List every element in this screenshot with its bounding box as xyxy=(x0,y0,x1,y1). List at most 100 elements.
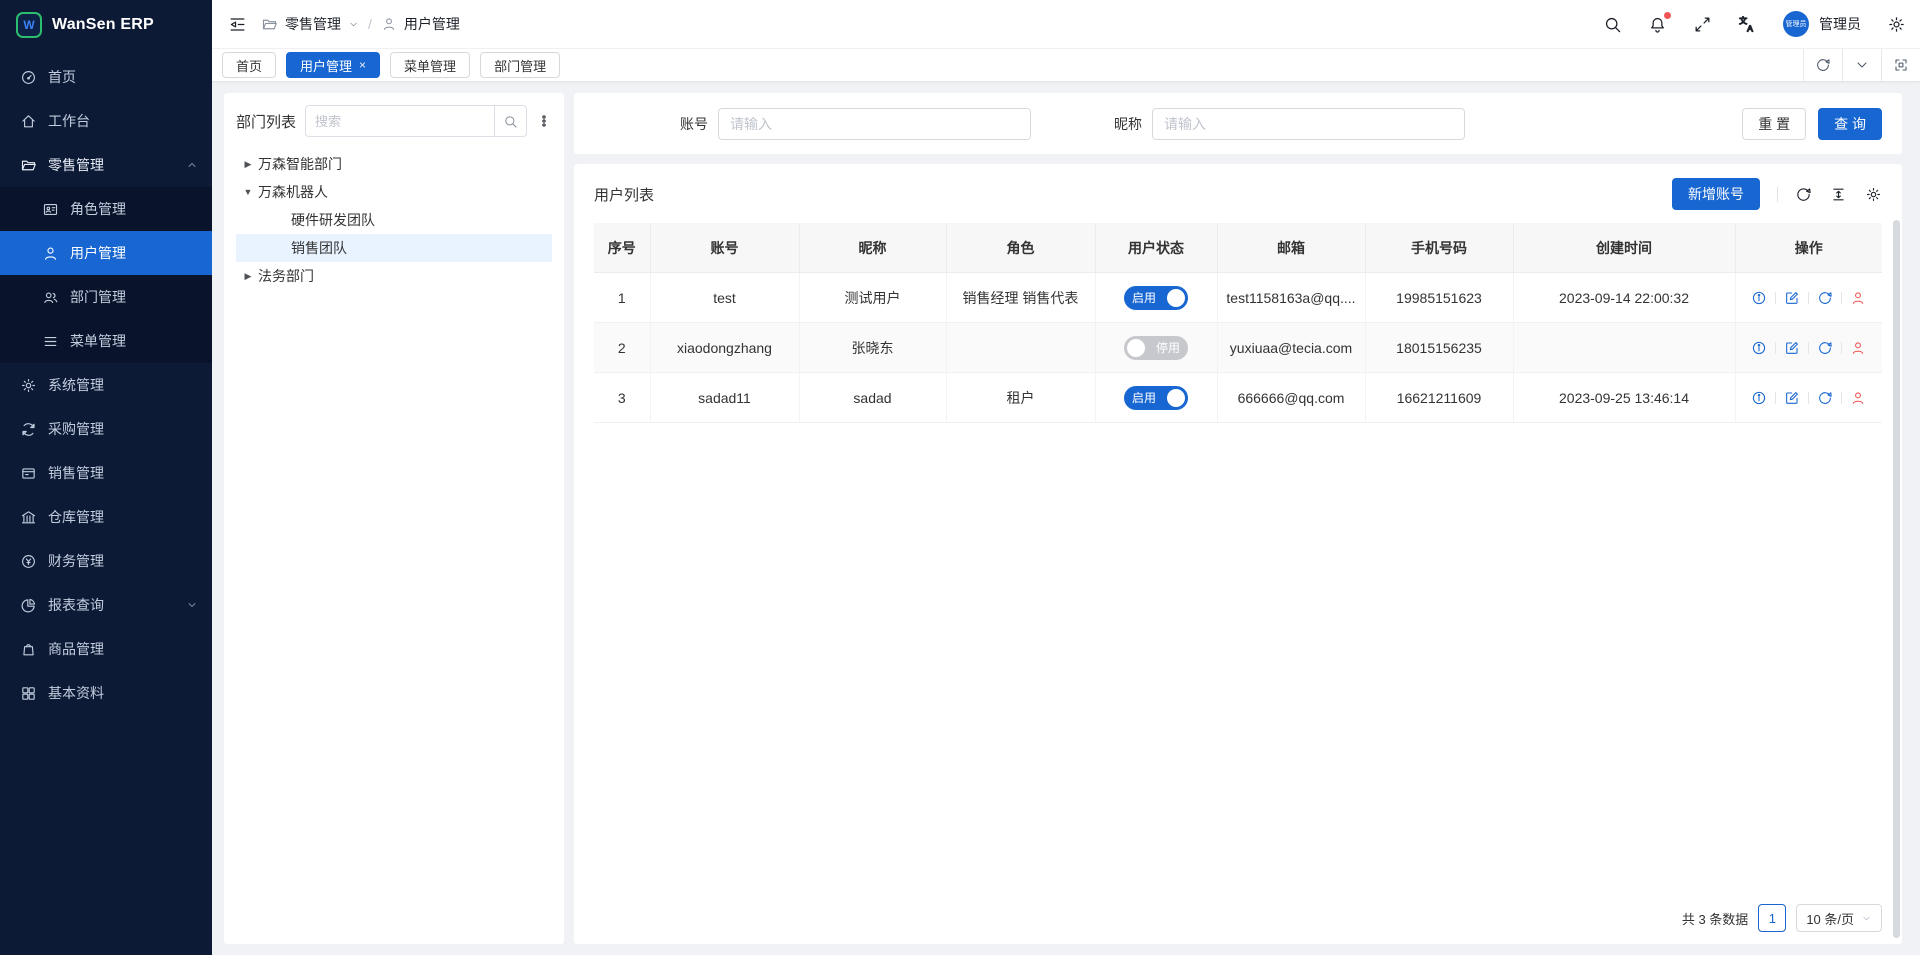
sidebar-item-sales[interactable]: 销售管理 xyxy=(0,451,212,495)
status-toggle[interactable]: 启用 xyxy=(1124,386,1188,410)
filter-nickname: 昵称 xyxy=(1114,108,1465,140)
status-toggle[interactable]: 停用 xyxy=(1124,336,1188,360)
page-size-select[interactable]: 10 条/页 xyxy=(1796,904,1882,932)
chevron-down-icon[interactable] xyxy=(348,19,359,30)
account-input[interactable] xyxy=(718,108,1031,140)
query-button[interactable]: 查 询 xyxy=(1818,108,1882,140)
user-icon xyxy=(42,245,59,262)
caret-right-icon[interactable]: ▶ xyxy=(238,159,258,170)
sidebar-item-reports[interactable]: 报表查询 xyxy=(0,583,212,627)
sidebar-item-retail[interactable]: 零售管理 xyxy=(0,143,212,187)
row-height-icon[interactable] xyxy=(1830,186,1847,203)
sidebar-menu: 首页 工作台 零售管理 角色管理 用户管理 部门管理 菜单管理 系统管理 采购管… xyxy=(0,49,212,715)
breadcrumb: 零售管理 / 用户管理 xyxy=(261,14,460,34)
sidebar-item-menus[interactable]: 菜单管理 xyxy=(0,319,212,363)
page-button[interactable]: 1 xyxy=(1758,904,1786,932)
avatar[interactable]: 管理员 xyxy=(1783,11,1809,37)
sidebar-item-finance[interactable]: 财务管理 xyxy=(0,539,212,583)
info-icon[interactable] xyxy=(1751,390,1767,406)
department-panel-title: 部门列表 xyxy=(236,111,296,132)
department-search-input[interactable] xyxy=(306,114,494,129)
sidebar-item-warehouse[interactable]: 仓库管理 xyxy=(0,495,212,539)
refresh-icon[interactable] xyxy=(1795,186,1812,203)
tree-node-hardware-team[interactable]: 硬件研发团队 xyxy=(236,206,552,234)
sidebar-item-departments[interactable]: 部门管理 xyxy=(0,275,212,319)
tree-node-wansen-robot[interactable]: ▼万森机器人 xyxy=(236,178,552,206)
add-account-button[interactable]: 新增账号 xyxy=(1672,178,1760,210)
tab-bar: 首页 用户管理× 菜单管理 部门管理 xyxy=(212,49,1920,82)
dashboard-icon xyxy=(20,69,37,86)
nickname-input[interactable] xyxy=(1152,108,1465,140)
edit-icon[interactable] xyxy=(1784,390,1800,406)
more-options-icon[interactable] xyxy=(536,113,552,129)
reset-password-icon[interactable] xyxy=(1817,390,1833,406)
sidebar-collapse-icon[interactable] xyxy=(228,15,247,34)
reset-button[interactable]: 重 置 xyxy=(1742,108,1806,140)
department-search-button[interactable] xyxy=(494,106,526,136)
settings-gear-icon[interactable] xyxy=(1887,15,1906,34)
folder-icon xyxy=(261,16,278,33)
menu-lines-icon xyxy=(42,333,59,350)
breadcrumb-parent[interactable]: 零售管理 xyxy=(285,14,341,34)
tab-menu-management[interactable]: 菜单管理 xyxy=(390,52,470,78)
tab-options-button[interactable] xyxy=(1842,49,1881,81)
caret-right-icon[interactable]: ▶ xyxy=(238,271,258,282)
chevron-up-icon xyxy=(186,159,198,171)
reset-password-icon[interactable] xyxy=(1817,290,1833,306)
breadcrumb-current: 用户管理 xyxy=(404,14,460,34)
notifications-button[interactable] xyxy=(1648,15,1667,34)
remove-user-icon[interactable] xyxy=(1850,390,1866,406)
tree-node-sales-team[interactable]: 销售团队 xyxy=(236,234,552,262)
remove-user-icon[interactable] xyxy=(1850,340,1866,356)
search-icon[interactable] xyxy=(1603,15,1622,34)
bag-icon xyxy=(20,641,37,658)
filter-bar: 账号 昵称 重 置 查 询 xyxy=(574,93,1902,154)
toggle-knob xyxy=(1167,289,1185,307)
info-icon[interactable] xyxy=(1751,290,1767,306)
tree-node-legal[interactable]: ▶法务部门 xyxy=(236,262,552,290)
top-header: 零售管理 / 用户管理 管理员 管理员 xyxy=(212,0,1920,49)
tab-dept-management[interactable]: 部门管理 xyxy=(480,52,560,78)
sidebar-item-goods[interactable]: 商品管理 xyxy=(0,627,212,671)
reset-password-icon[interactable] xyxy=(1817,340,1833,356)
tab-home[interactable]: 首页 xyxy=(222,52,276,78)
nickname-label: 昵称 xyxy=(1114,114,1142,134)
status-toggle[interactable]: 启用 xyxy=(1124,286,1188,310)
scrollbar[interactable] xyxy=(1893,220,1900,938)
info-icon[interactable] xyxy=(1751,340,1767,356)
fullscreen-icon[interactable] xyxy=(1693,15,1712,34)
col-account: 账号 xyxy=(650,223,799,273)
column-settings-gear-icon[interactable] xyxy=(1865,186,1882,203)
username[interactable]: 管理员 xyxy=(1819,14,1861,34)
user-list-card: 用户列表 新增账号 xyxy=(574,164,1902,944)
col-created: 创建时间 xyxy=(1513,223,1735,273)
sidebar-item-roles[interactable]: 角色管理 xyxy=(0,187,212,231)
edit-icon[interactable] xyxy=(1784,340,1800,356)
content-fullscreen-button[interactable] xyxy=(1881,49,1920,81)
translate-icon[interactable] xyxy=(1738,15,1757,34)
caret-down-icon[interactable]: ▼ xyxy=(238,187,258,197)
department-search xyxy=(305,105,527,137)
edit-icon[interactable] xyxy=(1784,290,1800,306)
remove-user-icon[interactable] xyxy=(1850,290,1866,306)
sidebar-item-home[interactable]: 首页 xyxy=(0,55,212,99)
sidebar-item-basic-data[interactable]: 基本资料 xyxy=(0,671,212,715)
bank-icon xyxy=(20,509,37,526)
sidebar-item-users[interactable]: 用户管理 xyxy=(0,231,212,275)
gear-icon xyxy=(20,377,37,394)
sidebar-item-purchase[interactable]: 采购管理 xyxy=(0,407,212,451)
fullscreen-frame-icon xyxy=(1893,57,1909,73)
pagination: 共 3 条数据 1 10 条/页 xyxy=(594,892,1882,932)
close-icon[interactable]: × xyxy=(359,59,366,71)
refresh-tab-button[interactable] xyxy=(1803,49,1842,81)
brand[interactable]: W WanSen ERP xyxy=(0,0,212,49)
table-row: 2 xiaodongzhang 张晓东 停用 yuxiuaa@tecia.com… xyxy=(594,323,1882,373)
sidebar-item-workbench[interactable]: 工作台 xyxy=(0,99,212,143)
id-card-icon xyxy=(42,201,59,218)
breadcrumb-separator: / xyxy=(366,16,374,32)
tab-user-management[interactable]: 用户管理× xyxy=(286,52,380,78)
sidebar-item-system[interactable]: 系统管理 xyxy=(0,363,212,407)
tree-node-wansen-smart[interactable]: ▶万森智能部门 xyxy=(236,150,552,178)
account-label: 账号 xyxy=(680,114,708,134)
folder-icon xyxy=(20,157,37,174)
